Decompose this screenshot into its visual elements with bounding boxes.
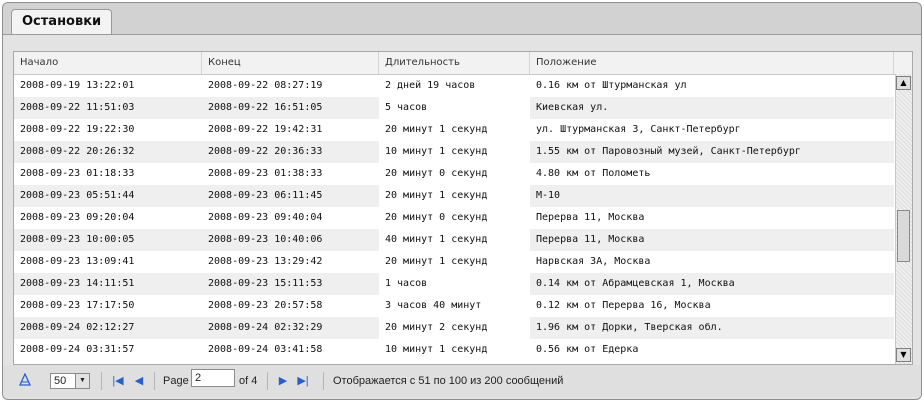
page-label: Page — [163, 375, 189, 387]
location-cell: 1.96 км от Дорки, Тверская обл. — [536, 322, 723, 333]
table-row[interactable]: 2008-09-23 17:17:50 2008-09-23 20:57:58 3 … — [14, 295, 894, 317]
next-page-icon[interactable]: ▶ — [275, 373, 291, 389]
table-row[interactable]: 2008-09-23 14:11:51 2008-09-23 15:11:53 1 … — [14, 273, 894, 295]
grid-header: Начало Конец Длительность Положение — [14, 52, 912, 75]
end-cell: 2008-09-23 20:57:58 — [208, 300, 323, 311]
stops-grid: Начало Конец Длительность Положение 2008… — [13, 51, 913, 365]
table-row[interactable]: 2008-09-23 13:09:41 2008-09-23 13:29:42 20… — [14, 251, 894, 273]
duration-cell: 20 минут 0 секунд — [379, 207, 530, 229]
start-cell: 2008-09-24 02:12:27 — [20, 322, 135, 333]
page-count-label: of 4 — [239, 375, 258, 387]
column-header-start[interactable]: Начало — [14, 52, 202, 74]
end-cell: 2008-09-23 01:38:33 — [208, 168, 323, 179]
location-cell: ул. Штурманская 3, Санкт-Петербург — [536, 124, 741, 135]
duration-cell: 3 часов 40 минут — [379, 295, 530, 317]
grid-body: 2008-09-19 13:22:01 2008-09-22 08:27:19 2 … — [14, 75, 894, 364]
window-frame: Остановки Начало Конец Длительность Поло… — [2, 2, 922, 400]
location-cell: М-10 — [536, 190, 561, 201]
table-row[interactable]: 2008-09-24 03:31:57 2008-09-24 03:41:58 10… — [14, 339, 894, 361]
duration-cell: 20 минут 1 секунд — [379, 119, 530, 141]
table-row[interactable]: 2008-09-24 02:12:27 2008-09-24 02:32:29 20… — [14, 317, 894, 339]
duration-cell: 20 минут 0 секунд — [379, 163, 530, 185]
tab-stops[interactable]: Остановки — [11, 9, 113, 34]
end-cell: 2008-09-22 20:36:33 — [208, 146, 323, 157]
scroll-down-button[interactable]: ▼ — [896, 348, 911, 362]
end-cell: 2008-09-22 19:42:31 — [208, 124, 323, 135]
duration-cell: 10 минут 1 секунд — [379, 141, 530, 163]
location-cell: 4.80 км от Пoлометь — [536, 168, 651, 179]
start-cell: 2008-09-23 10:00:05 — [20, 234, 135, 245]
vertical-scrollbar[interactable]: ▲ ▼ — [895, 74, 912, 364]
end-cell: 2008-09-24 02:32:29 — [208, 322, 323, 333]
tab-strip: Остановки — [3, 3, 921, 35]
start-cell: 2008-09-23 09:20:04 — [20, 212, 135, 223]
table-row[interactable]: 2008-09-22 11:51:03 2008-09-22 16:51:05 5 … — [14, 97, 894, 119]
start-cell: 2008-09-23 14:11:51 — [20, 278, 135, 289]
end-cell: 2008-09-24 03:41:58 — [208, 344, 323, 355]
duration-cell: 40 минут 1 секунд — [379, 229, 530, 251]
end-cell: 2008-09-22 16:51:05 — [208, 102, 323, 113]
separator — [101, 372, 102, 390]
location-cell: 1.55 км от Паровозный музей, Санкт-Петер… — [536, 146, 801, 157]
separator — [267, 372, 268, 390]
duration-cell: 5 часов — [379, 97, 530, 119]
chevron-down-icon[interactable]: ▼ — [75, 374, 89, 388]
location-cell: Перерва 11, Москва — [536, 234, 645, 245]
start-cell: 2008-09-23 01:18:33 — [20, 168, 135, 179]
column-header-location[interactable]: Положение — [530, 52, 894, 74]
start-cell: 2008-09-23 05:51:44 — [20, 190, 135, 201]
scroll-up-button[interactable]: ▲ — [896, 76, 911, 90]
start-cell: 2008-09-22 19:22:30 — [20, 124, 135, 135]
table-row[interactable]: 2008-09-23 09:20:04 2008-09-23 09:40:04 20… — [14, 207, 894, 229]
location-cell: 0.56 км от Едерка — [536, 344, 639, 355]
end-cell: 2008-09-23 15:11:53 — [208, 278, 323, 289]
location-cell: 0.14 км от Абрамцевская 1, Москва — [536, 278, 735, 289]
location-cell: 0.16 км от Штурманская ул — [536, 80, 687, 91]
duration-cell: 20 минут 1 секунд — [379, 185, 530, 207]
start-cell: 2008-09-24 03:31:57 — [20, 344, 135, 355]
column-picker-icon[interactable] — [17, 372, 33, 389]
table-row[interactable]: 2008-09-22 20:26:32 2008-09-22 20:36:33 10… — [14, 141, 894, 163]
location-cell: Киевская ул. — [536, 102, 609, 113]
separator — [323, 372, 324, 390]
table-row[interactable]: 2008-09-23 10:00:05 2008-09-23 10:40:06 40… — [14, 229, 894, 251]
location-cell: 0.12 км от Перерва 16, Москва — [536, 300, 711, 311]
page-number-input[interactable]: 2 — [191, 369, 235, 387]
duration-cell: 10 минут 1 секунд — [379, 339, 530, 361]
column-header-end[interactable]: Конец — [202, 52, 379, 74]
scrollbar-thumb[interactable] — [897, 210, 910, 262]
page-size-value: 50 — [54, 375, 67, 387]
paging-status: Отображается с 51 по 100 из 200 сообщени… — [333, 375, 564, 387]
duration-cell: 1 часов — [379, 273, 530, 295]
end-cell: 2008-09-23 13:29:42 — [208, 256, 323, 267]
page-size-select[interactable]: 50 ▼ — [50, 373, 90, 389]
end-cell: 2008-09-23 10:40:06 — [208, 234, 323, 245]
table-row[interactable]: 2008-09-22 19:22:30 2008-09-22 19:42:31 20… — [14, 119, 894, 141]
start-cell: 2008-09-23 13:09:41 — [20, 256, 135, 267]
column-header-duration[interactable]: Длительность — [379, 52, 530, 74]
duration-cell: 20 минут 2 секунд — [379, 317, 530, 339]
start-cell: 2008-09-22 11:51:03 — [20, 102, 135, 113]
separator — [154, 372, 155, 390]
start-cell: 2008-09-22 20:26:32 — [20, 146, 135, 157]
first-page-icon[interactable]: |◀ — [110, 373, 126, 389]
end-cell: 2008-09-23 06:11:45 — [208, 190, 323, 201]
duration-cell: 2 дней 19 часов — [379, 75, 530, 97]
paging-toolbar: 50 ▼ |◀ ◀ Page 2 of 4 ▶ ▶| Отображается … — [3, 365, 921, 397]
table-row[interactable]: 2008-09-23 01:18:33 2008-09-23 01:38:33 20… — [14, 163, 894, 185]
start-cell: 2008-09-19 13:22:01 — [20, 80, 135, 91]
location-cell: Нарвская 3А, Москва — [536, 256, 651, 267]
last-page-icon[interactable]: ▶| — [295, 373, 311, 389]
duration-cell: 20 минут 1 секунд — [379, 251, 530, 273]
table-row[interactable]: 2008-09-19 13:22:01 2008-09-22 08:27:19 2 … — [14, 75, 894, 97]
table-row[interactable]: 2008-09-23 05:51:44 2008-09-23 06:11:45 20… — [14, 185, 894, 207]
end-cell: 2008-09-22 08:27:19 — [208, 80, 323, 91]
location-cell: Перерва 11, Москва — [536, 212, 645, 223]
start-cell: 2008-09-23 17:17:50 — [20, 300, 135, 311]
end-cell: 2008-09-23 09:40:04 — [208, 212, 323, 223]
prev-page-icon[interactable]: ◀ — [131, 373, 147, 389]
